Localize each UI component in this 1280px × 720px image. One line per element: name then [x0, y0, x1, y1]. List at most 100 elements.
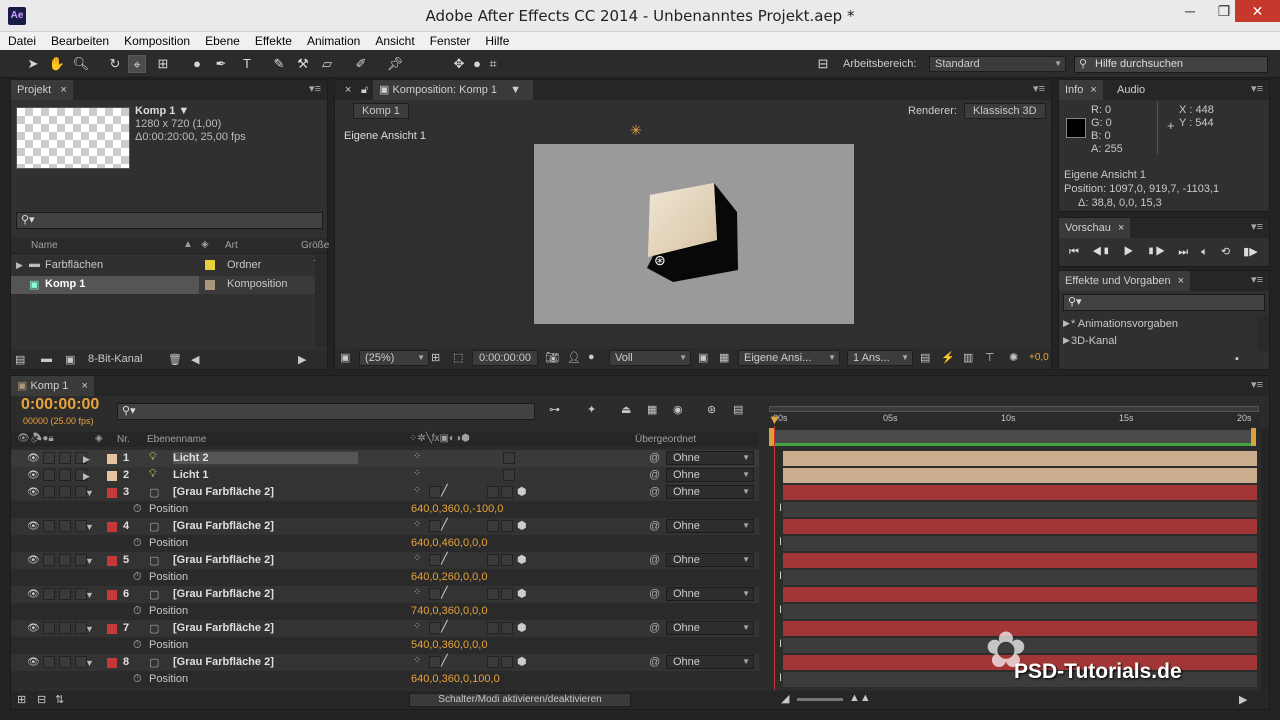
current-time[interactable]: 0:00:00:00 — [472, 350, 538, 366]
brush-tool-icon[interactable]: ✎ — [270, 55, 288, 73]
audio-toggle[interactable] — [43, 486, 55, 498]
position-property-row[interactable]: ⏱ Position 740,0,360,0,0,0 — [11, 603, 759, 620]
keyframe-marker-icon[interactable]: I — [779, 502, 782, 514]
layer-row[interactable]: 👁︎ ▼ 4 ▢ [Grau Farbfläche 2] ⁘ ╱ ⬢ @ Ohne — [11, 518, 759, 535]
stopwatch-icon[interactable]: ⏱ — [133, 673, 142, 686]
label-swatch[interactable] — [107, 454, 117, 464]
shy-switch-icon[interactable]: ⁘ — [413, 655, 421, 666]
ellipse-tool-icon[interactable]: ● — [188, 55, 206, 73]
tab-preview[interactable]: Vorschau × — [1059, 218, 1131, 238]
mute-icon[interactable]: 🔈︎ — [1201, 246, 1208, 258]
last-frame-icon[interactable]: ⏭ — [1178, 246, 1188, 258]
layer-name[interactable]: [Grau Farbfläche 2] — [173, 622, 274, 634]
switch-box[interactable] — [501, 554, 513, 566]
parent-select[interactable]: Ohne — [666, 451, 754, 465]
zoom-slider[interactable] — [797, 698, 843, 701]
brainstorm-icon[interactable]: ▤ — [733, 403, 743, 416]
layer-duration-bar[interactable] — [783, 451, 1257, 466]
effects-item[interactable]: ▶ 3D-Kanal — [1063, 335, 1117, 347]
tab-audio[interactable]: Audio — [1111, 80, 1151, 100]
quality-switch-icon[interactable]: ╱ — [441, 518, 448, 531]
comp-canvas[interactable]: ⊛ — [534, 144, 854, 324]
pen-tool-icon[interactable]: ✒ — [212, 55, 230, 73]
keyframe-marker-icon[interactable]: I — [779, 570, 782, 582]
workspace-select[interactable]: Standard — [929, 56, 1066, 72]
solo-toggle[interactable] — [59, 656, 71, 668]
menu-hilfe[interactable]: Hilfe — [477, 32, 516, 48]
new-folder-icon[interactable]: ▬ — [41, 353, 52, 365]
switch-box[interactable] — [487, 622, 499, 634]
layer-name[interactable]: Licht 2 — [173, 452, 359, 464]
quality-switch-icon[interactable]: ╱ — [441, 620, 448, 633]
view-select[interactable]: Eigene Ansi... — [738, 350, 840, 366]
pick-whip-icon[interactable]: @ — [649, 622, 660, 634]
parent-select[interactable]: Ohne — [666, 468, 754, 482]
exposure-value[interactable]: +0,0 — [1029, 352, 1049, 363]
timeline-timecode[interactable]: 0:00:00:00 — [21, 396, 99, 414]
parent-select[interactable]: Ohne — [666, 621, 754, 635]
layer-row[interactable]: 👁︎ ▼ 6 ▢ [Grau Farbfläche 2] ⁘ ╱ ⬢ @ Ohne — [11, 586, 759, 603]
toggle-pixel-aspect-icon[interactable]: ▤ — [920, 351, 930, 364]
puppet-pin-tool-icon[interactable]: 📌︎ — [386, 55, 404, 73]
switch-box[interactable] — [429, 486, 441, 498]
quality-switch-icon[interactable]: ╱ — [441, 484, 448, 497]
layer-row[interactable]: 👁︎ ▶ 1 💡︎ Licht 2 ⁘ @ Ohne — [11, 450, 759, 467]
eye-icon[interactable]: 👁︎ — [27, 623, 40, 634]
audio-toggle[interactable] — [43, 588, 55, 600]
parent-select[interactable]: Ohne — [666, 587, 754, 601]
switch-box[interactable] — [429, 656, 441, 668]
project-scrollbar[interactable] — [315, 255, 327, 347]
label-swatch[interactable] — [107, 590, 117, 600]
switch-box[interactable] — [501, 622, 513, 634]
3d-layer-icon[interactable]: ⬢ — [517, 655, 527, 668]
label-swatch[interactable] — [107, 471, 117, 481]
solo-toggle[interactable] — [59, 622, 71, 634]
col-type[interactable]: Art — [225, 240, 238, 251]
expand-icon[interactable]: ▼ — [85, 624, 94, 634]
eye-icon[interactable]: 👁︎ — [27, 470, 40, 481]
clone-stamp-tool-icon[interactable]: ⚒ — [294, 55, 312, 73]
col-name[interactable]: Name — [31, 240, 58, 251]
stopwatch-icon[interactable]: ⏱ — [133, 503, 142, 516]
loop-icon[interactable]: ⟲ — [1221, 246, 1230, 258]
label-swatch[interactable] — [107, 658, 117, 668]
pick-whip-icon[interactable]: @ — [649, 520, 660, 532]
expand-icon[interactable]: ▶ — [83, 471, 90, 482]
layer-row[interactable]: 👁︎ ▼ 8 ▢ [Grau Farbfläche 2] ⁘ ╱ ⬢ @ Ohne — [11, 654, 759, 671]
roto-brush-tool-icon[interactable]: ✐ — [352, 55, 370, 73]
menu-ansicht[interactable]: Ansicht — [367, 32, 421, 48]
shy-switch-icon[interactable]: ⁘ — [413, 451, 421, 462]
comp-name[interactable]: Komp 1 ▼ — [135, 105, 189, 117]
audio-toggle[interactable] — [43, 554, 55, 566]
hand-tool-icon[interactable]: ✋ — [48, 55, 66, 73]
solo-toggle[interactable] — [59, 452, 71, 464]
menu-ebene[interactable]: Ebene — [197, 32, 247, 48]
layer-duration-bar[interactable] — [783, 485, 1257, 500]
project-search-input[interactable]: ⚲▾ — [16, 212, 323, 229]
quality-switch-icon[interactable]: ╱ — [441, 654, 448, 667]
switch-box[interactable] — [487, 656, 499, 668]
hide-shy-layers-icon[interactable]: ⏏ — [621, 403, 631, 416]
light-gizmo-icon[interactable]: ✳ — [630, 122, 642, 139]
3d-layer-icon[interactable]: ⬢ — [517, 485, 527, 498]
panel-menu-icon[interactable]: ▾≡ — [1033, 82, 1045, 95]
effects-scrollbar[interactable] — [1257, 315, 1269, 351]
switch-box[interactable] — [487, 554, 499, 566]
show-snapshot-icon[interactable]: 👤︎ — [567, 351, 581, 364]
tab-composition[interactable]: ▣ Komposition: Komp 1 ▼ × — [373, 80, 533, 116]
tab-info[interactable]: Info × — [1059, 80, 1103, 100]
solo-toggle[interactable] — [59, 588, 71, 600]
expand-icon[interactable]: ▼ — [85, 658, 94, 668]
pick-whip-icon[interactable]: @ — [649, 452, 660, 464]
eye-icon[interactable]: 👁︎ — [27, 555, 40, 566]
motion-blur-icon[interactable]: ◉ — [673, 403, 683, 416]
always-preview-icon[interactable]: ▣ — [340, 351, 350, 364]
draft-3d-icon[interactable]: ✦ — [587, 403, 596, 416]
switch-box[interactable] — [429, 520, 441, 532]
pick-whip-icon[interactable]: @ — [649, 486, 660, 498]
switch-box[interactable] — [429, 588, 441, 600]
3d-layer-icon[interactable]: ⬢ — [517, 621, 527, 634]
prev-frame-icon[interactable]: ◀▮ — [1092, 246, 1111, 258]
axis-mode-icon[interactable]: ✥ — [450, 55, 468, 73]
new-comp-icon[interactable]: ▣ — [65, 353, 75, 366]
